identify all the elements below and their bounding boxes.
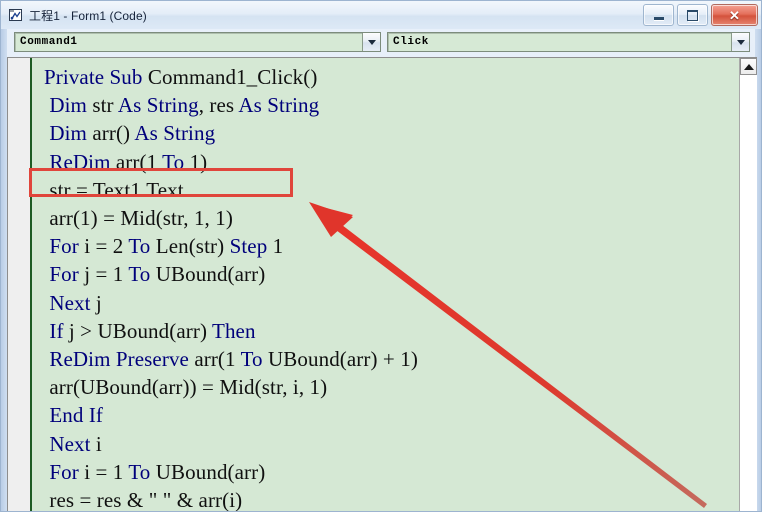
code-module-icon	[8, 7, 24, 23]
code-line: arr(1) = Mid(str, 1, 1)	[34, 204, 739, 232]
code-identifier: str = Text1.Text	[44, 177, 184, 202]
window-title: 工程1 - Form1 (Code)	[29, 8, 147, 23]
close-button[interactable]: ✕	[711, 4, 758, 26]
code-identifier: j = 1	[84, 262, 129, 287]
code-editor-pane: Private Sub Command1_Click() Dim str As …	[7, 57, 757, 512]
code-identifier: i = 2	[84, 234, 129, 259]
code-line: ReDim Preserve arr(1 To UBound(arr) + 1)	[34, 345, 739, 373]
chevron-down-icon[interactable]	[731, 33, 749, 51]
code-identifier: i = 1	[84, 459, 129, 484]
code-identifier: j	[95, 290, 102, 315]
procedure-dropdown-value: Click	[393, 36, 430, 48]
code-identifier: Len(str)	[155, 234, 230, 259]
code-identifier: UBound(arr) + 1)	[268, 347, 418, 372]
title-bar: 工程1 - Form1 (Code) ✕	[1, 1, 761, 29]
code-identifier: arr()	[92, 121, 135, 146]
code-identifier: , res	[198, 93, 239, 118]
code-line: arr(UBound(arr)) = Mid(str, i, 1)	[34, 373, 739, 401]
code-line: ReDim arr(1 To 1)	[34, 148, 739, 176]
code-keyword: As String	[238, 93, 320, 118]
code-keyword: Step	[229, 234, 273, 259]
code-line: End If	[34, 401, 739, 429]
code-identifier: 1	[272, 234, 284, 259]
code-keyword: Next	[44, 290, 96, 315]
code-line: Next j	[34, 289, 739, 317]
object-dropdown-value: Command1	[20, 36, 78, 48]
code-line: For i = 1 To UBound(arr)	[34, 458, 739, 486]
scroll-up-arrow-icon[interactable]	[740, 58, 757, 75]
code-keyword: Private Sub	[44, 65, 148, 89]
code-line: For j = 1 To UBound(arr)	[34, 260, 739, 288]
code-keyword: ReDim Preserve	[44, 347, 195, 372]
code-keyword: To	[128, 234, 156, 259]
code-keyword: For	[44, 459, 85, 484]
code-identifier: Command1_Click()	[147, 65, 318, 89]
minimize-button[interactable]	[643, 4, 674, 26]
code-toolbar: Command1 Click	[1, 29, 761, 55]
code-identifier: arr(UBound(arr)) = Mid(str, i, 1)	[44, 375, 328, 400]
code-keyword: End If	[44, 403, 104, 428]
code-identifier: UBound(arr)	[155, 262, 266, 287]
code-identifier: j > UBound(arr)	[68, 318, 213, 343]
code-line: Dim arr() As String	[34, 119, 739, 147]
code-line: Next i	[34, 430, 739, 458]
code-identifier: 1)	[184, 149, 208, 174]
code-keyword: As String	[117, 93, 199, 118]
code-keyword: To	[128, 262, 156, 287]
code-identifier: i	[95, 431, 102, 456]
code-identifier: str	[92, 93, 118, 118]
code-identifier: arr(1	[115, 149, 163, 174]
chevron-down-icon[interactable]	[362, 33, 380, 51]
code-line: Dim str As String, res As String	[34, 91, 739, 119]
code-line: str = Text1.Text	[34, 176, 739, 204]
code-line: If j > UBound(arr) Then	[34, 317, 739, 345]
minimize-icon	[653, 16, 664, 20]
code-identifier: UBound(arr)	[155, 459, 266, 484]
code-keyword: Dim	[44, 121, 93, 146]
code-line: Private Sub Command1_Click()	[34, 63, 739, 91]
code-keyword: Dim	[44, 93, 93, 118]
code-keyword: To	[240, 347, 269, 372]
code-keyword: Next	[44, 431, 96, 456]
code-identifier: arr(1) = Mid(str, 1, 1)	[44, 206, 233, 231]
code-keyword: If	[44, 318, 69, 343]
scrollbar-track[interactable]	[740, 75, 757, 511]
code-keyword: For	[44, 234, 85, 259]
vb-code-window: 工程1 - Form1 (Code) ✕ Command1 Click Priv…	[0, 0, 762, 512]
procedure-dropdown[interactable]: Click	[387, 32, 750, 52]
code-keyword: To	[162, 149, 185, 174]
code-line: res = res & " " & arr(i)	[34, 486, 739, 512]
code-keyword: Then	[212, 318, 256, 343]
code-keyword: As String	[134, 121, 216, 146]
code-keyword: ReDim	[44, 149, 116, 174]
maximize-button[interactable]	[677, 4, 708, 26]
maximize-icon	[687, 9, 698, 21]
close-icon: ✕	[729, 7, 740, 23]
code-identifier: res = res & " " & arr(i)	[44, 488, 243, 512]
editor-margin-indicator-bar[interactable]	[8, 58, 32, 511]
object-dropdown[interactable]: Command1	[14, 32, 381, 52]
code-text-area[interactable]: Private Sub Command1_Click() Dim str As …	[34, 58, 739, 512]
window-controls: ✕	[643, 4, 758, 26]
code-keyword: To	[128, 459, 156, 484]
vertical-scrollbar[interactable]	[739, 58, 757, 511]
code-identifier: arr(1	[194, 347, 241, 372]
code-keyword: For	[44, 262, 85, 287]
code-line: For i = 2 To Len(str) Step 1	[34, 232, 739, 260]
